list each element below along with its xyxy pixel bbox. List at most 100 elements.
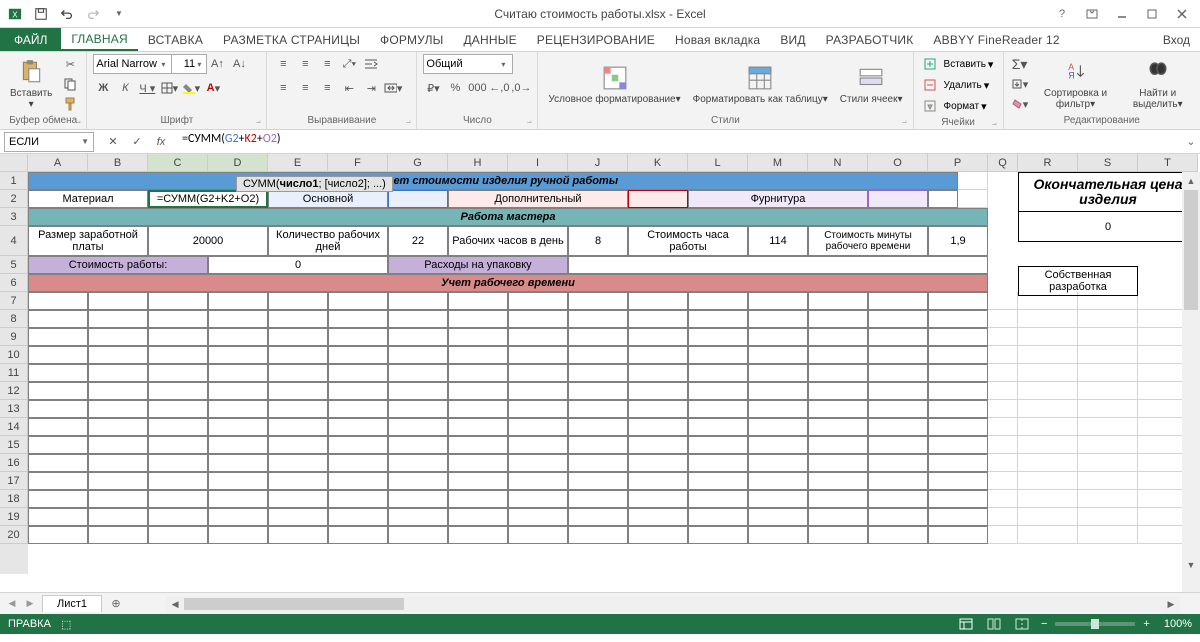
cell[interactable] [448, 328, 508, 346]
cell[interactable] [268, 454, 328, 472]
row-header[interactable]: 16 [0, 454, 28, 472]
cell[interactable] [388, 190, 448, 208]
col-header[interactable]: H [448, 154, 508, 172]
dec-decimal-icon[interactable]: ,0→ [511, 78, 531, 98]
cell[interactable] [508, 346, 568, 364]
cell[interactable] [628, 526, 688, 544]
cell[interactable] [328, 508, 388, 526]
insert-cells-icon[interactable] [920, 54, 940, 74]
cell[interactable] [268, 292, 328, 310]
macro-record-icon[interactable]: ⬚ [61, 618, 71, 631]
tab-page-layout[interactable]: РАЗМЕТКА СТРАНИЦЫ [213, 28, 370, 51]
cell[interactable] [388, 436, 448, 454]
cell[interactable] [1018, 526, 1078, 544]
cell[interactable] [508, 328, 568, 346]
cell[interactable] [208, 418, 268, 436]
redo-icon[interactable] [82, 3, 104, 25]
cell[interactable] [748, 436, 808, 454]
cell[interactable] [268, 490, 328, 508]
cell[interactable] [568, 310, 628, 328]
cell[interactable] [958, 172, 988, 190]
cell[interactable] [1138, 454, 1182, 472]
cell[interactable] [388, 454, 448, 472]
cell[interactable] [268, 382, 328, 400]
cell[interactable] [388, 490, 448, 508]
cell[interactable] [688, 292, 748, 310]
cell[interactable] [688, 454, 748, 472]
cell[interactable] [388, 328, 448, 346]
cell[interactable] [1138, 490, 1182, 508]
cell[interactable] [148, 508, 208, 526]
cell[interactable]: Рабочих часов в день [448, 226, 568, 256]
col-header[interactable]: K [628, 154, 688, 172]
cell[interactable] [328, 346, 388, 364]
cell[interactable] [568, 418, 628, 436]
cell[interactable] [448, 382, 508, 400]
cell[interactable]: Стоимость часа работы [628, 226, 748, 256]
cell[interactable] [928, 310, 988, 328]
row-header[interactable]: 12 [0, 382, 28, 400]
fill-color-icon[interactable]: ▾ [181, 78, 201, 98]
cell[interactable] [88, 382, 148, 400]
cell[interactable] [628, 418, 688, 436]
clear-icon[interactable]: ▾ [1010, 95, 1030, 113]
cell[interactable]: Количество рабочих дней [268, 226, 388, 256]
cell[interactable] [448, 418, 508, 436]
cell[interactable] [1018, 400, 1078, 418]
cell[interactable] [148, 418, 208, 436]
col-header[interactable]: M [748, 154, 808, 172]
cell[interactable] [868, 364, 928, 382]
cell[interactable] [448, 292, 508, 310]
cell[interactable] [808, 310, 868, 328]
cell[interactable] [88, 292, 148, 310]
cell[interactable] [868, 328, 928, 346]
cell[interactable] [328, 382, 388, 400]
cell[interactable] [268, 472, 328, 490]
cell[interactable] [148, 436, 208, 454]
cell[interactable] [748, 508, 808, 526]
orientation-icon[interactable]: ⤢▾ [339, 54, 359, 74]
signin-link[interactable]: Вход [1153, 28, 1200, 51]
cell[interactable] [88, 400, 148, 418]
cell[interactable] [1018, 382, 1078, 400]
cell[interactable] [748, 328, 808, 346]
bold-icon[interactable]: Ж [93, 78, 113, 98]
cell[interactable] [1078, 310, 1138, 328]
select-all-corner[interactable] [0, 154, 28, 172]
col-header[interactable]: P [928, 154, 988, 172]
cell[interactable] [958, 190, 988, 208]
conditional-formatting-button[interactable]: Условное форматирование▾ [544, 62, 684, 107]
cell[interactable] [868, 310, 928, 328]
cell[interactable] [508, 508, 568, 526]
cell[interactable] [868, 292, 928, 310]
qat-dropdown-icon[interactable]: ▼ [108, 3, 130, 25]
cell[interactable] [28, 382, 88, 400]
autosum-icon[interactable]: Σ▾ [1010, 55, 1030, 73]
formula-input[interactable]: =СУММ(G2+K2+O2) [176, 132, 1182, 152]
cell[interactable] [328, 310, 388, 328]
minimize-icon[interactable] [1108, 3, 1136, 25]
cell[interactable]: Стоимость минуты рабочего времени [808, 226, 928, 256]
cell[interactable] [388, 382, 448, 400]
row-header[interactable]: 1 [0, 172, 28, 190]
cell[interactable]: Расчет стоимости изделия ручной работы [28, 172, 958, 190]
close-icon[interactable] [1168, 3, 1196, 25]
cell[interactable] [688, 382, 748, 400]
cell[interactable] [868, 490, 928, 508]
cell[interactable] [28, 508, 88, 526]
cell[interactable] [1078, 346, 1138, 364]
col-header[interactable]: O [868, 154, 928, 172]
cell[interactable] [448, 436, 508, 454]
cell[interactable] [268, 346, 328, 364]
sheet-nav-first-icon[interactable]: ◀ [4, 596, 20, 612]
name-box[interactable]: ЕСЛИ▼ [4, 132, 94, 152]
cell[interactable]: =СУММ(G2+K2+O2) [148, 190, 268, 208]
cell[interactable] [1138, 364, 1182, 382]
row-header[interactable]: 8 [0, 310, 28, 328]
cell[interactable] [688, 490, 748, 508]
cell[interactable] [928, 328, 988, 346]
cell[interactable] [988, 454, 1018, 472]
cell[interactable] [688, 346, 748, 364]
italic-icon[interactable]: К [115, 78, 135, 98]
cell[interactable] [988, 328, 1018, 346]
